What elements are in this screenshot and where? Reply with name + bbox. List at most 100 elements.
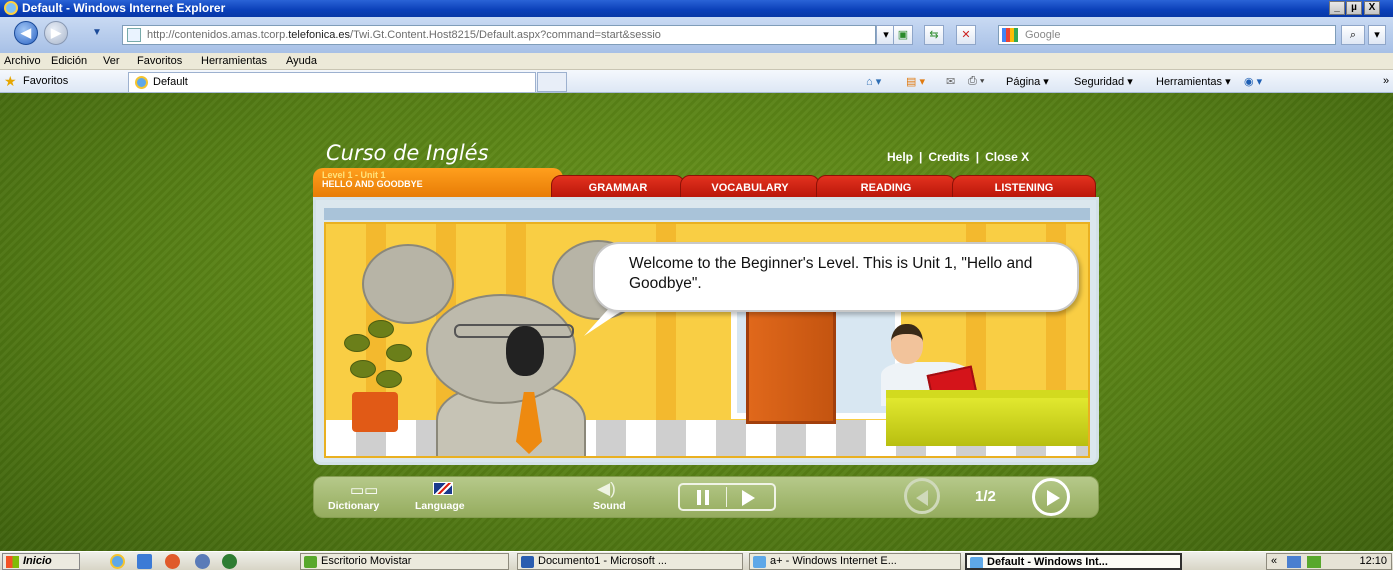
refresh-icon[interactable]: ⇆ bbox=[924, 25, 944, 45]
url-suffix: /Twi.Gt.Content.Host8215/Default.aspx?co… bbox=[350, 29, 661, 41]
menu-herramientas[interactable]: Herramientas bbox=[201, 55, 267, 67]
maximize-button[interactable]: µ bbox=[1346, 1, 1362, 15]
favorites-star-icon[interactable]: ★ bbox=[4, 73, 17, 90]
menu-favoritos[interactable]: Favoritos bbox=[137, 55, 182, 67]
search-options-icon[interactable]: ▾ bbox=[1368, 25, 1386, 45]
task-default-ie[interactable]: Default - Windows Int... bbox=[965, 553, 1182, 570]
help-link[interactable]: Help bbox=[887, 150, 913, 164]
security-menu[interactable]: Seguridad ▾ bbox=[1074, 75, 1133, 88]
history-dropdown-icon[interactable]: ▼ bbox=[92, 27, 102, 38]
tab-title: Default bbox=[153, 76, 188, 88]
credits-link[interactable]: Credits bbox=[928, 150, 969, 164]
movistar-tray-icon[interactable] bbox=[1307, 556, 1321, 568]
koala-nose bbox=[506, 326, 544, 376]
task-label: Default - Windows Int... bbox=[987, 556, 1108, 568]
quicklaunch-player-icon[interactable] bbox=[222, 554, 237, 569]
menu-ayuda[interactable]: Ayuda bbox=[286, 55, 317, 67]
sound-button[interactable]: Sound bbox=[593, 500, 626, 512]
menu-ver[interactable]: Ver bbox=[103, 55, 120, 67]
quicklaunch-media-icon[interactable] bbox=[165, 554, 180, 569]
window-title: Default - Windows Internet Explorer bbox=[22, 1, 226, 15]
dictionary-button[interactable]: Dictionary bbox=[328, 500, 379, 512]
start-label: Inicio bbox=[23, 555, 52, 567]
address-input[interactable]: http://contenidos.amas.tcorp.telefonica.… bbox=[122, 25, 876, 45]
start-button[interactable]: Inicio bbox=[2, 553, 80, 570]
print-icon[interactable]: ⎙ ▾ bbox=[968, 75, 984, 88]
uk-flag-icon[interactable] bbox=[433, 482, 453, 495]
next-page-button[interactable] bbox=[1032, 478, 1070, 516]
close-button[interactable]: X bbox=[1364, 1, 1380, 15]
mail-icon[interactable]: ✉ bbox=[946, 75, 955, 88]
link-separator: | bbox=[919, 150, 923, 164]
browser-tab-default[interactable]: Default bbox=[128, 72, 536, 92]
home-icon[interactable]: ⌂ ▾ bbox=[866, 75, 881, 88]
quicklaunch-messenger-icon[interactable] bbox=[195, 554, 210, 569]
lesson-stage: Welcome to the Beginner's Level. This is… bbox=[313, 197, 1099, 465]
stop-icon[interactable]: ✕ bbox=[956, 25, 976, 45]
task-documento1[interactable]: Documento1 - Microsoft ... bbox=[517, 553, 743, 570]
tab-level-unit[interactable]: Level 1 - Unit 1 HELLO AND GOODBYE bbox=[313, 168, 563, 198]
page-indicator: 1/2 bbox=[975, 488, 996, 505]
search-placeholder: Google bbox=[1025, 29, 1061, 41]
language-button[interactable]: Language bbox=[415, 500, 465, 512]
tab-listening[interactable]: LISTENING bbox=[952, 175, 1096, 199]
course-title: Curso de Inglés bbox=[326, 141, 489, 165]
system-tray: « 12:10 bbox=[1266, 553, 1392, 570]
task-label: Escritorio Movistar bbox=[321, 555, 412, 567]
task-escritorio-movistar[interactable]: Escritorio Movistar bbox=[300, 553, 509, 570]
quicklaunch-ie-icon[interactable] bbox=[110, 554, 125, 569]
url-prefix: http://contenidos.amas.tcorp. bbox=[147, 29, 289, 41]
forward-button[interactable]: ▶ bbox=[44, 21, 68, 45]
compatibility-icon[interactable]: ▣ bbox=[893, 25, 913, 45]
favorites-bar: ★ Favoritos Default ⌂ ▾ ▤ ▾ ✉ ⎙ ▾ Página… bbox=[0, 70, 1393, 93]
tray-expand-icon[interactable]: « bbox=[1271, 555, 1277, 567]
minimize-button[interactable]: _ bbox=[1329, 1, 1345, 15]
back-button[interactable]: ◀ bbox=[14, 21, 38, 45]
ie-task-icon bbox=[753, 556, 766, 568]
url-domain: telefonica.es bbox=[288, 29, 351, 41]
search-icon[interactable]: ⌕ bbox=[1341, 25, 1365, 45]
stage-header-bar bbox=[324, 208, 1090, 220]
previous-page-button[interactable] bbox=[904, 478, 940, 514]
menu-bar: Archivo Edición Ver Favoritos Herramient… bbox=[0, 53, 1393, 70]
ie-icon bbox=[4, 1, 18, 15]
favorites-button[interactable]: Favoritos bbox=[23, 75, 68, 87]
speech-bubble: Welcome to the Beginner's Level. This is… bbox=[593, 242, 1079, 312]
tools-menu[interactable]: Herramientas ▾ bbox=[1156, 75, 1231, 88]
menu-archivo[interactable]: Archivo bbox=[4, 55, 41, 67]
task-label: a+ - Windows Internet E... bbox=[770, 555, 897, 567]
task-a-plus-ie[interactable]: a+ - Windows Internet E... bbox=[749, 553, 961, 570]
new-tab-button[interactable] bbox=[537, 72, 567, 92]
clock: 12:10 bbox=[1359, 555, 1387, 567]
task-label: Documento1 - Microsoft ... bbox=[538, 555, 667, 567]
quicklaunch-desktop-icon[interactable] bbox=[137, 554, 152, 569]
movistar-icon bbox=[304, 556, 317, 568]
word-icon bbox=[521, 556, 534, 568]
koala-head bbox=[426, 294, 576, 404]
close-link[interactable]: Close X bbox=[985, 150, 1029, 164]
speaker-icon[interactable]: ◀) bbox=[597, 479, 616, 499]
dictionary-book-icon[interactable]: ▭▭ bbox=[350, 481, 378, 499]
feeds-icon[interactable]: ▤ ▾ bbox=[906, 75, 925, 88]
play-icon[interactable] bbox=[742, 490, 755, 506]
address-toolbar: ◀ ▶ ▼ http://contenidos.amas.tcorp.telef… bbox=[0, 17, 1393, 53]
taskbar: Inicio Escritorio Movistar Documento1 - … bbox=[0, 551, 1393, 570]
koala-left-ear bbox=[362, 244, 454, 324]
ie-task-icon bbox=[970, 557, 983, 568]
tab-reading[interactable]: READING bbox=[816, 175, 956, 199]
pause-icon[interactable] bbox=[697, 490, 709, 505]
playback-controls bbox=[678, 483, 776, 511]
search-input[interactable]: Google bbox=[998, 25, 1336, 45]
more-icon[interactable]: » bbox=[1383, 75, 1389, 87]
page-favicon-icon bbox=[127, 28, 141, 42]
tab-grammar[interactable]: GRAMMAR bbox=[551, 175, 685, 199]
menu-edicion[interactable]: Edición bbox=[51, 55, 87, 67]
browser-window: Default - Windows Internet Explorer _ µ … bbox=[0, 0, 1393, 570]
network-icon[interactable] bbox=[1287, 556, 1301, 568]
help-icon[interactable]: ◉ ▾ bbox=[1244, 75, 1262, 88]
windows-logo-icon bbox=[6, 556, 19, 568]
tab-vocabulary[interactable]: VOCABULARY bbox=[680, 175, 820, 199]
tab-ie-icon bbox=[135, 76, 148, 89]
page-menu[interactable]: Página ▾ bbox=[1006, 75, 1049, 88]
top-links: Help | Credits | Close X bbox=[884, 150, 1032, 164]
